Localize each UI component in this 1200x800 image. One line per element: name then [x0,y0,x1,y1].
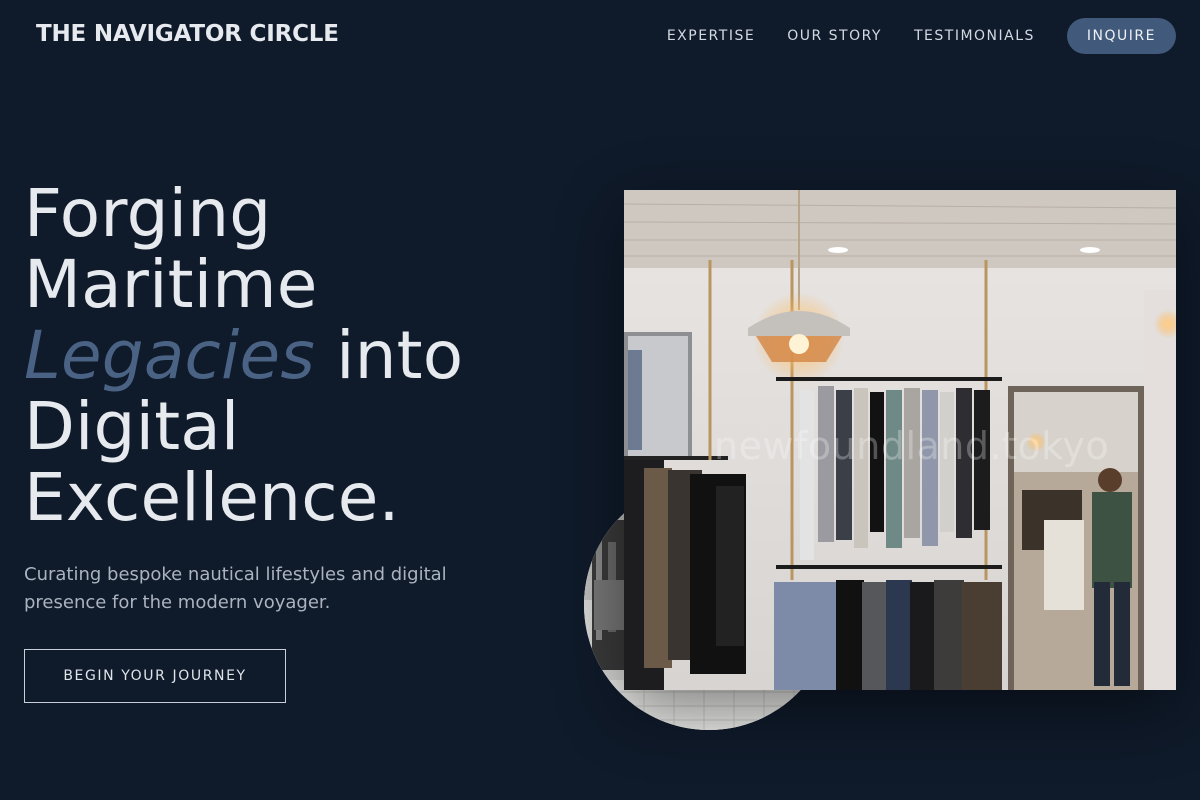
hero-subtitle: Curating bespoke nautical lifestyles and… [24,564,447,613]
hero-title-line-1: Forging [24,175,272,252]
nav-link-testimonials[interactable]: TESTIMONIALS [914,18,1035,54]
hero-title: Forging Maritime Legacies into Digital E… [24,178,584,533]
nav-link-our-story[interactable]: OUR STORY [787,18,882,54]
hero-title-accent: Legacies [24,317,315,394]
hero-store-photo: newfoundland.tokyo [624,190,1176,690]
hero-title-line-2: Maritime [24,246,318,323]
hero-title-line-5: Excellence. [24,459,400,536]
nav-link-expertise[interactable]: EXPERTISE [667,18,755,54]
hero-title-line-3: into [314,317,464,394]
inquire-button[interactable]: INQUIRE [1066,18,1176,54]
photo-watermark: newfoundland.tokyo [714,424,1110,468]
main-nav: EXPERTISE OUR STORY TESTIMONIALS INQUIRE [667,18,1176,54]
site-logo[interactable]: THE NAVIGATOR CIRCLE [36,21,339,47]
hero-title-line-4: Digital [24,388,240,465]
begin-journey-button[interactable]: BEGIN YOUR JOURNEY [24,649,286,703]
page: THE NAVIGATOR CIRCLE EXPERTISE OUR STORY… [0,0,1200,800]
site-header: THE NAVIGATOR CIRCLE EXPERTISE OUR STORY… [0,0,1200,72]
